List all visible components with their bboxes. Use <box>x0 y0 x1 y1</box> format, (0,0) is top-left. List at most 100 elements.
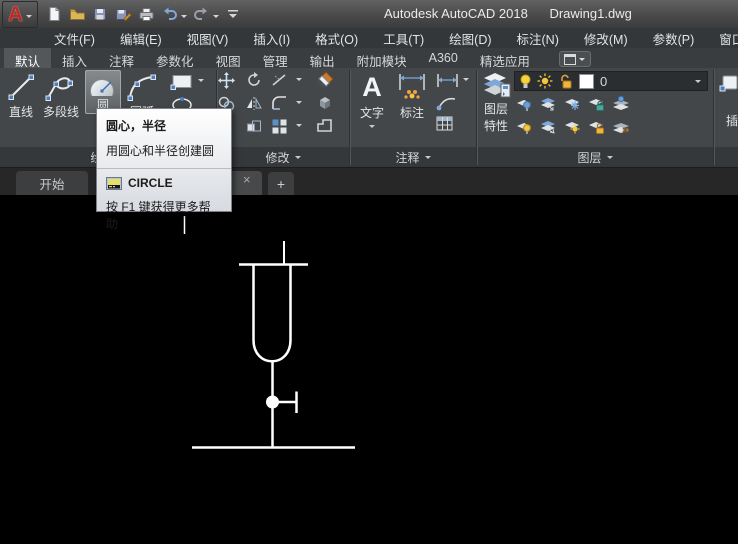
line-icon <box>6 71 36 103</box>
circle-icon <box>87 74 119 96</box>
menu-edit[interactable]: 编辑(E) <box>120 29 162 48</box>
menu-file[interactable]: 文件(F) <box>54 29 95 48</box>
ribbon-tab-manage[interactable]: 管理 <box>252 48 299 68</box>
plot-button[interactable] <box>136 4 156 24</box>
ribbon-tab-annotate[interactable]: 注释 <box>98 48 145 68</box>
layer-thaw-button[interactable] <box>564 118 581 135</box>
layer-lock-button[interactable] <box>588 95 605 112</box>
menu-modify[interactable]: 修改(M) <box>584 29 628 48</box>
layer-properties-label-line2: 特性 <box>484 117 508 134</box>
redo-button[interactable] <box>191 4 211 24</box>
dimension-tool-button[interactable]: 标注 <box>392 70 432 121</box>
new-drawing-tab-button[interactable]: + <box>268 172 294 196</box>
save-as-button[interactable] <box>113 4 133 24</box>
stretch-icon <box>246 119 262 135</box>
line-tool-button[interactable]: 直线 <box>3 71 39 120</box>
menu-draw[interactable]: 绘图(D) <box>449 29 491 48</box>
layer-thaw-sun-icon <box>537 73 553 89</box>
erase-tool-button[interactable] <box>316 71 334 94</box>
rectangle-flyout-chevron-icon[interactable] <box>198 79 204 85</box>
close-tab-icon[interactable]: × <box>243 173 251 186</box>
layer-off-button[interactable] <box>516 95 533 112</box>
current-layer-name: 0 <box>600 74 607 89</box>
array-icon <box>271 118 288 135</box>
ribbon-tab-view[interactable]: 视图 <box>205 48 252 68</box>
open-file-button[interactable] <box>67 4 87 24</box>
chevron-down-icon <box>369 125 375 131</box>
text-tool-button[interactable]: A 文字 <box>354 70 390 131</box>
layer-select-dropdown[interactable]: 0 <box>514 71 708 91</box>
application-menu-button[interactable]: A <box>2 1 38 28</box>
polyline-tool-button[interactable]: 多段线 <box>38 71 84 120</box>
layer-make-current-button[interactable] <box>612 95 630 112</box>
menu-format[interactable]: 格式(O) <box>315 29 358 48</box>
layer-match-button[interactable] <box>612 118 630 135</box>
save-button[interactable] <box>90 4 110 24</box>
chevron-down-icon <box>26 15 32 21</box>
explode-box-icon <box>316 94 334 111</box>
annotation-panel-title[interactable]: 注释 <box>350 150 476 164</box>
panel-separator <box>713 70 715 165</box>
menu-insert[interactable]: 插入(I) <box>253 29 290 48</box>
layer-properties-button[interactable]: 图层 特性 <box>478 70 514 134</box>
layer-freeze-button[interactable] <box>564 95 581 112</box>
modify-panel-title[interactable]: 修改 <box>217 150 349 164</box>
linear-dimension-button[interactable] <box>436 73 459 93</box>
rotate-tool-button[interactable] <box>246 72 262 93</box>
menu-dimension[interactable]: 标注(N) <box>517 29 559 48</box>
customize-quick-access-button[interactable] <box>223 4 243 24</box>
layers-panel-title-label: 图层 <box>577 149 601 166</box>
menu-window[interactable]: 窗口(W) <box>719 29 738 48</box>
dimension-flyout-chevron-icon[interactable] <box>463 78 469 84</box>
modify-panel-title-label: 修改 <box>265 149 289 166</box>
tooltip-help-hint: 按 F1 键获得更多帮助 <box>106 198 222 232</box>
offset-tool-button[interactable] <box>316 118 334 139</box>
explode-tool-button[interactable] <box>316 94 334 116</box>
ribbon-tab-home[interactable]: 默认 <box>4 48 51 68</box>
start-tab[interactable]: 开始 <box>16 171 88 196</box>
ribbon-display-toggle-button[interactable] <box>559 51 591 67</box>
layer-unlock-button[interactable] <box>588 118 605 135</box>
undo-history-chevron-icon[interactable] <box>181 15 187 21</box>
table-tool-button[interactable] <box>436 116 453 136</box>
insert-block-button[interactable] <box>719 74 738 98</box>
stopcock-valve[interactable] <box>266 396 279 409</box>
trim-flyout-chevron-icon[interactable] <box>296 78 302 84</box>
leader-tool-button[interactable] <box>436 95 458 116</box>
ribbon-tab-parametric[interactable]: 参数化 <box>145 48 205 68</box>
layer-on-button[interactable] <box>516 118 533 135</box>
fillet-tool-button[interactable] <box>271 95 288 116</box>
layer-isolate-button[interactable] <box>540 95 557 112</box>
mirror-tool-button[interactable] <box>246 95 262 116</box>
trim-tool-button[interactable] <box>271 72 288 93</box>
text-tool-label: 文字 <box>360 104 384 121</box>
menu-view[interactable]: 视图(V) <box>187 29 229 48</box>
menu-parametric[interactable]: 参数(P) <box>653 29 695 48</box>
stretch-tool-button[interactable] <box>246 119 262 140</box>
new-file-button[interactable] <box>44 4 64 24</box>
ribbon-tab-a360[interactable]: A360 <box>418 48 469 68</box>
ribbon-tab-featured-apps[interactable]: 精选应用 <box>469 48 541 68</box>
quick-access-toolbar <box>44 4 243 24</box>
undo-button[interactable] <box>159 4 179 24</box>
move-tool-button[interactable] <box>218 72 235 94</box>
chevron-down-icon <box>607 156 613 162</box>
menu-tools[interactable]: 工具(T) <box>383 29 424 48</box>
minimize-ribbon-icon <box>564 54 576 65</box>
dimension-tool-label: 标注 <box>400 104 424 121</box>
line-tool-label: 直线 <box>9 103 33 120</box>
fillet-flyout-chevron-icon[interactable] <box>296 101 302 107</box>
drawing-canvas[interactable] <box>0 195 738 544</box>
rectangle-tool-button[interactable] <box>170 73 194 95</box>
ribbon-tab-addins[interactable]: 附加模块 <box>346 48 418 68</box>
array-flyout-chevron-icon[interactable] <box>296 124 302 130</box>
array-tool-button[interactable] <box>271 118 288 140</box>
layers-panel-title[interactable]: 图层 <box>477 150 713 164</box>
ribbon-tab-insert[interactable]: 插入 <box>51 48 98 68</box>
redo-history-chevron-icon[interactable] <box>213 15 219 21</box>
rectangle-icon <box>170 73 194 90</box>
layer-unisolate-button[interactable] <box>540 118 557 135</box>
ribbon-tab-output[interactable]: 输出 <box>299 48 346 68</box>
u-tube[interactable] <box>254 266 291 362</box>
menu-bar: 文件(F) 编辑(E) 视图(V) 插入(I) 格式(O) 工具(T) 绘图(D… <box>0 28 738 48</box>
